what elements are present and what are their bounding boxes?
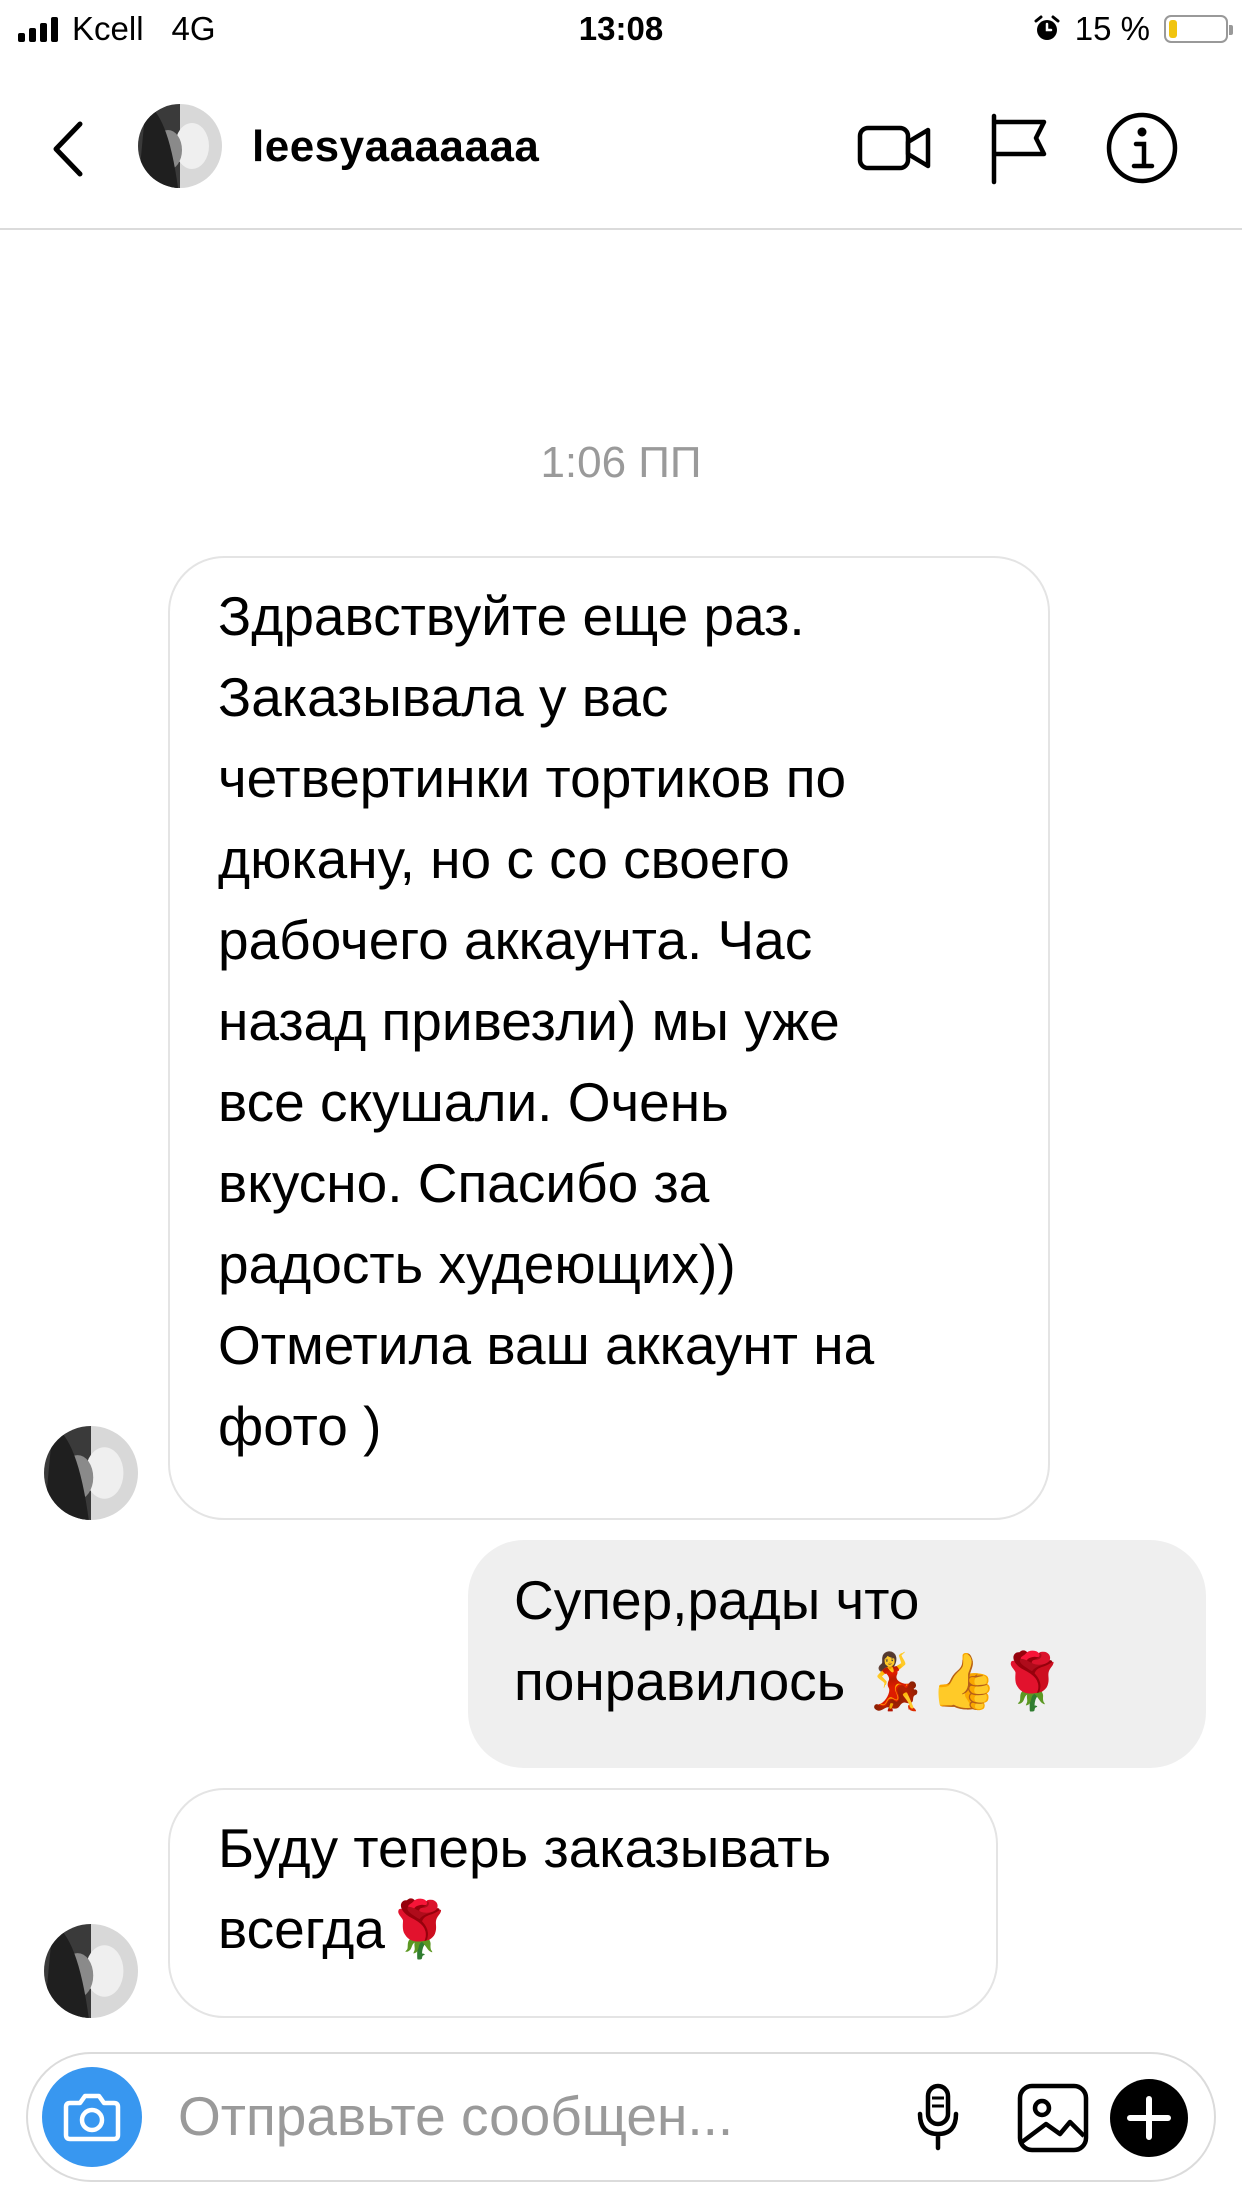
message-line: рабочего аккаунта. Час xyxy=(218,909,813,971)
microphone-icon[interactable] xyxy=(896,2076,980,2160)
message-composer xyxy=(26,2052,1216,2182)
battery-level-fill xyxy=(1169,20,1178,38)
conversation-header: leesyaaaaaaa xyxy=(0,64,1242,230)
add-content-button[interactable] xyxy=(1110,2079,1188,2157)
plus-icon xyxy=(1127,2096,1171,2140)
flag-icon[interactable] xyxy=(980,108,1060,188)
message-line: Буду теперь заказывать xyxy=(218,1817,832,1879)
battery-percent: 15 % xyxy=(1074,10,1150,47)
message-line: четвертинки тортиков по xyxy=(218,747,847,809)
message-line: фото ) xyxy=(218,1395,382,1457)
header-username[interactable]: leesyaaaaaaa xyxy=(252,122,539,172)
message-line: вкусно. Спасибо за xyxy=(218,1152,710,1214)
message-line: дюкану, но с со своего xyxy=(218,828,790,890)
message-line: радость худеющих)) xyxy=(218,1233,736,1295)
message-line: Отметила ваш аккаунт на xyxy=(218,1314,875,1376)
info-icon[interactable] xyxy=(1102,108,1182,188)
back-chevron-icon[interactable] xyxy=(42,114,92,184)
message-line: Здравствуйте еще раз. xyxy=(218,585,805,647)
video-call-icon[interactable] xyxy=(854,108,934,188)
status-right: 15 % xyxy=(1033,10,1233,48)
avatar-photo xyxy=(44,1924,138,2018)
message-line: назад привезли) мы уже xyxy=(218,990,840,1052)
message-line: понравилось 💃👍🌹 xyxy=(514,1650,1067,1712)
camera-button[interactable] xyxy=(42,2067,142,2167)
avatar-photo xyxy=(44,1426,138,1520)
header-avatar[interactable] xyxy=(138,104,222,188)
sender-avatar[interactable] xyxy=(44,1924,138,2018)
gallery-icon[interactable] xyxy=(1012,2076,1096,2160)
message-line: всегда🌹 xyxy=(218,1898,454,1960)
camera-icon xyxy=(63,2093,121,2142)
message-line: Заказывала у вас xyxy=(218,666,669,728)
battery-icon xyxy=(1164,15,1233,43)
outgoing-message-bubble[interactable]: Супер,рады что понравилось 💃👍🌹 xyxy=(468,1540,1206,1768)
status-bar: Kcell 4G 13:08 15 % xyxy=(0,0,1242,64)
incoming-message-bubble[interactable]: Буду теперь заказывать всегда🌹 xyxy=(168,1788,998,2018)
message-timestamp: 1:06 ПП xyxy=(540,438,702,487)
message-line: все скушали. Очень xyxy=(218,1071,729,1133)
message-input[interactable] xyxy=(178,2080,858,2152)
message-line: Супер,рады что xyxy=(514,1569,920,1631)
alarm-clock-icon xyxy=(1034,15,1060,40)
avatar-photo xyxy=(138,104,222,188)
incoming-message-bubble[interactable]: Здравствуйте еще раз. Заказывала у вас ч… xyxy=(168,556,1050,1520)
sender-avatar[interactable] xyxy=(44,1426,138,1520)
